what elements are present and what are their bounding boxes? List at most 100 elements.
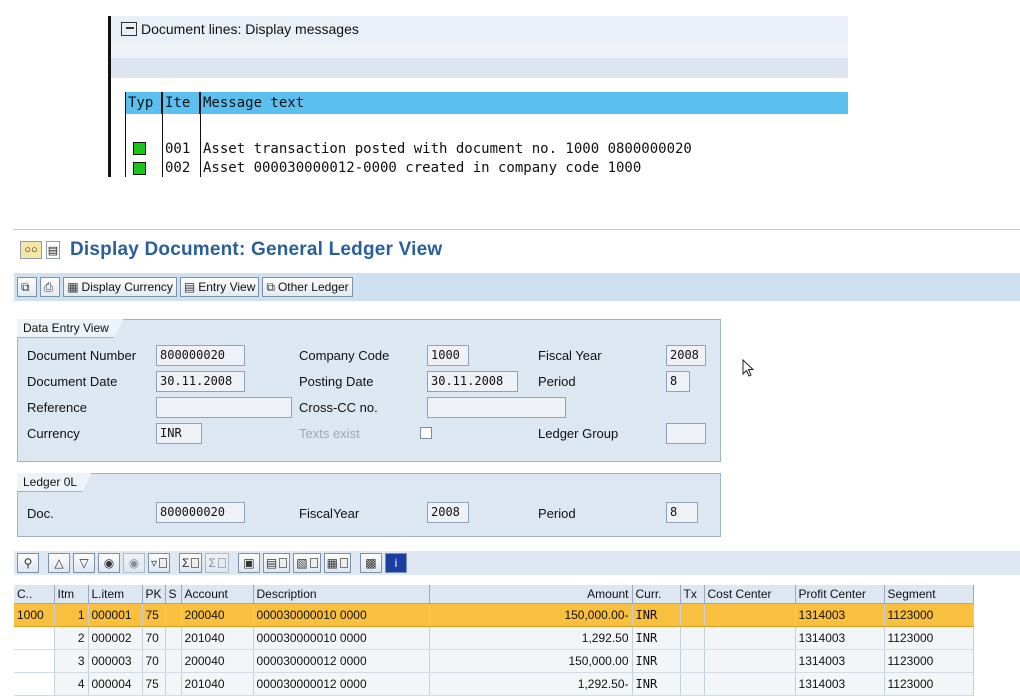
col-header-type[interactable]: Typ: [125, 92, 162, 114]
col-header-ledger-item[interactable]: L.item: [88, 585, 143, 604]
ledger-period-label: Period: [538, 506, 576, 521]
ledger-fiscal-year-field[interactable]: 2008: [427, 502, 469, 523]
messages-header-row: Typ Ite Message text: [125, 92, 848, 114]
subtotal-button[interactable]: Σ: [205, 553, 229, 573]
cell-currency: INR: [632, 649, 681, 673]
table-row[interactable]: 3 000003 70 200040 000030000012 0000 150…: [14, 649, 974, 673]
posting-date-field[interactable]: 30.11.2008: [427, 371, 518, 392]
menu-icon[interactable]: ▤: [46, 241, 60, 259]
cell-ledger-item: 000002: [88, 626, 143, 650]
ledger-doc-field[interactable]: 800000020: [156, 502, 245, 523]
cell-account[interactable]: 200040: [181, 603, 254, 627]
find-next-button[interactable]: ◉: [123, 553, 145, 573]
cell-account[interactable]: 201040: [181, 672, 254, 696]
find-next-icon: ◉: [128, 556, 140, 570]
export-button[interactable]: ▧: [293, 553, 321, 573]
period-field[interactable]: 8: [666, 371, 690, 392]
cell-company-code: [14, 672, 55, 696]
find-button[interactable]: ◉: [98, 553, 120, 573]
col-header-item[interactable]: Itm: [54, 585, 89, 604]
filter-button[interactable]: ▿: [148, 553, 171, 573]
message-row[interactable]: 001 Asset transaction posted with docume…: [125, 138, 848, 160]
col-header-segment[interactable]: Segment: [884, 585, 974, 604]
document-date-label: Document Date: [27, 374, 118, 389]
printer-icon: ⎙: [43, 279, 54, 294]
cell-item: 2: [54, 626, 89, 650]
mouse-pointer-icon: [742, 359, 755, 377]
print-preview-button[interactable]: ▣: [237, 553, 260, 573]
cell-item: 1: [54, 603, 89, 627]
document-number-label: Document Number: [27, 348, 137, 363]
col-header-s[interactable]: S: [165, 585, 182, 604]
col-header-description[interactable]: Description: [253, 585, 430, 604]
entry-view-button[interactable]: ▤ Entry View: [179, 277, 260, 297]
cell-currency: INR: [632, 626, 681, 650]
col-header-message-text[interactable]: Message text: [200, 92, 848, 114]
cell-company-code: [14, 649, 55, 673]
display-currency-button[interactable]: ▦ Display Currency: [63, 277, 177, 297]
col-header-currency[interactable]: Curr.: [632, 585, 681, 604]
cell-amount: 150,000.00-: [429, 603, 633, 627]
other-ledger-label: Other Ledger: [277, 280, 349, 294]
col-header-amount[interactable]: Amount: [429, 585, 633, 604]
texts-exist-checkbox[interactable]: [420, 427, 432, 439]
glasses-icon[interactable]: ○○: [20, 241, 42, 259]
cell-segment: 1123000: [884, 603, 974, 627]
col-header-account[interactable]: Account: [181, 585, 254, 604]
cell-company-code: 1000: [14, 603, 55, 627]
cell-account[interactable]: 201040: [181, 626, 254, 650]
document-number-field[interactable]: 800000020: [156, 345, 245, 366]
subtotal-icon: Σ: [208, 556, 216, 570]
col-header-tax[interactable]: Tx: [680, 585, 705, 604]
ledger-group-field[interactable]: [666, 423, 706, 444]
table-row[interactable]: 4 000004 75 201040 000030000012 0000 1,2…: [14, 672, 974, 696]
sort-ascending-button[interactable]: △: [48, 553, 70, 573]
table-row[interactable]: 2 000002 70 201040 000030000010 0000 1,2…: [14, 626, 974, 650]
message-row[interactable]: 002 Asset 000030000012-0000 created in c…: [125, 160, 848, 177]
ledger-doc-label: Doc.: [27, 506, 54, 521]
document-date-field[interactable]: 30.11.2008: [156, 371, 245, 392]
texts-exist-label: Texts exist: [299, 426, 360, 441]
message-type-cell: [125, 138, 162, 160]
cell-amount: 1,292.50: [429, 626, 633, 650]
cell-description: 000030000012 0000: [253, 672, 430, 696]
cell-s: [165, 603, 182, 627]
layout-button[interactable]: ▦: [323, 553, 351, 573]
other-ledger-button[interactable]: ⧉ Other Ledger: [262, 277, 353, 297]
cell-account[interactable]: 200040: [181, 649, 254, 673]
company-code-field[interactable]: 1000: [427, 345, 469, 366]
info-icon: i: [394, 556, 398, 570]
application-toolbar: ⧉ ⎙ ▦ Display Currency ▤ Entry View ⧉ Other…: [14, 273, 1020, 301]
display-document-window: ○○ ▤ Display Document: General Ledger Vi…: [14, 229, 1020, 696]
cell-company-code: [14, 626, 55, 650]
export-icon: ▧: [296, 556, 308, 570]
sort-descending-button[interactable]: ▽: [73, 553, 95, 573]
message-text: Asset 000030000012-0000 created in compa…: [203, 160, 642, 176]
cross-cc-field[interactable]: [427, 397, 566, 418]
currency-field[interactable]: INR: [156, 423, 202, 444]
information-button[interactable]: i: [384, 553, 407, 573]
reference-field[interactable]: [156, 397, 292, 418]
fiscal-year-field[interactable]: 2008: [666, 345, 706, 366]
col-header-profit-center[interactable]: Profit Center: [795, 585, 885, 604]
sum-button[interactable]: Σ: [179, 553, 203, 573]
messages-toolbar: [108, 42, 848, 58]
sort-descending-icon: ▽: [79, 556, 89, 570]
col-header-cost-center[interactable]: Cost Center: [704, 585, 796, 604]
switch-view-button[interactable]: ⧉: [17, 277, 37, 297]
table-row[interactable]: 1000 1 000001 75 200040 000030000010 000…: [14, 603, 974, 627]
table-header-row: C.. Itm L.item PK S Account Description …: [14, 585, 974, 604]
fiscal-year-label: Fiscal Year: [538, 348, 602, 363]
col-header-company-code[interactable]: C..: [14, 585, 55, 604]
ledger-period-field[interactable]: 8: [666, 502, 698, 523]
details-button[interactable]: ⚲: [17, 553, 39, 573]
views-button[interactable]: ▤: [262, 553, 291, 573]
col-header-item[interactable]: Ite: [162, 92, 200, 114]
cell-cost-center: [704, 672, 796, 696]
print-button[interactable]: ⎙: [39, 277, 61, 297]
grid-toolbar: ⚲ △ ▽ ◉ ◉ ▿ Σ Σ ▣ ▤ ▧ ▦ ▩ i: [14, 551, 1020, 575]
col-header-posting-key[interactable]: PK: [142, 585, 166, 604]
graphic-button[interactable]: ▩: [359, 553, 382, 573]
cell-s: [165, 672, 182, 696]
cell-segment: 1123000: [884, 649, 974, 673]
